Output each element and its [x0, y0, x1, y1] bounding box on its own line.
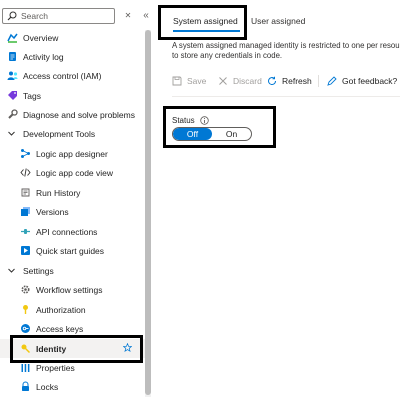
toolbar-divider [172, 96, 400, 97]
sidebar-item-label: Workflow settings [36, 284, 103, 295]
sidebar-item-label: Authorization [36, 304, 86, 315]
key-icon [20, 304, 31, 315]
refresh-label: Refresh [282, 76, 312, 86]
sidebar-item-label: Overview [23, 32, 59, 43]
sidebar-group-label: Settings [23, 265, 54, 276]
save-icon [172, 76, 182, 86]
tab-bar: System assigned User assigned [159, 0, 400, 40]
sidebar-item-authorization[interactable]: Authorization [0, 300, 145, 319]
sidebar-item-access-control[interactable]: Access control (IAM) [0, 66, 145, 85]
identity-icon [20, 343, 31, 354]
discard-icon [219, 77, 227, 85]
history-icon [20, 187, 31, 198]
activity-log-icon [7, 51, 18, 62]
search-input[interactable]: Search [21, 11, 48, 21]
feedback-label: Got feedback? [342, 76, 398, 86]
tag-icon [7, 90, 18, 101]
identity-pane: System assigned User assigned A system a… [159, 0, 400, 397]
sidebar-item-logic-app-designer[interactable]: Logic app designer [0, 144, 145, 163]
sidebar-item-label: Tags [23, 90, 41, 101]
status-label: Status [172, 116, 195, 125]
clear-search-icon[interactable]: ✕ [124, 11, 132, 21]
toolbar-separator [318, 75, 319, 87]
versions-icon [20, 206, 31, 217]
description-line-1: A system assigned managed identity is re… [172, 41, 400, 50]
discard-button[interactable]: Discard [218, 75, 262, 87]
sidebar-item-label: Diagnose and solve problems [23, 109, 135, 120]
left-nav: Search ✕ « Overview Activity log Access … [0, 0, 157, 397]
status-on-option[interactable]: On [212, 128, 251, 140]
refresh-icon [268, 76, 277, 86]
sidebar-item-label: Logic app designer [36, 148, 108, 159]
sidebar-item-label: Activity log [23, 51, 64, 62]
sidebar-item-overview[interactable]: Overview [0, 28, 145, 47]
overview-icon [7, 32, 18, 43]
collapse-nav-icon[interactable]: « [141, 10, 151, 22]
search-box[interactable]: Search [2, 8, 115, 24]
access-keys-icon [20, 323, 31, 334]
sidebar-group-label: Development Tools [23, 128, 96, 139]
iam-icon [7, 70, 18, 81]
sidebar-item-label: Versions [36, 206, 69, 217]
favorite-star-icon[interactable] [123, 343, 132, 352]
sidebar-item-label: Access control (IAM) [23, 70, 102, 81]
sidebar-item-activity-log[interactable]: Activity log [0, 47, 145, 66]
status-off-option[interactable]: Off [173, 128, 212, 140]
feedback-button[interactable]: Got feedback? [327, 75, 397, 87]
designer-icon [20, 148, 31, 159]
sidebar-item-api-connections[interactable]: API connections [0, 222, 145, 241]
sidebar-item-properties[interactable]: Properties [0, 358, 145, 377]
sidebar-item-quick-start[interactable]: Quick start guides [0, 241, 145, 260]
feedback-icon [327, 76, 337, 86]
sidebar-item-label: Run History [36, 187, 81, 198]
refresh-button[interactable]: Refresh [267, 75, 312, 87]
tab-system-assigned[interactable]: System assigned [173, 16, 238, 30]
sidebar-item-label: Logic app code view [36, 167, 114, 178]
sidebar-item-workflow-settings[interactable]: Workflow settings [0, 280, 145, 299]
quickstart-icon [20, 245, 31, 256]
status-field: Status [172, 116, 209, 125]
sidebar-item-label: Locks [36, 381, 59, 392]
sidebar-item-locks[interactable]: Locks [0, 377, 145, 396]
search-icon [7, 11, 17, 21]
tab-user-assigned[interactable]: User assigned [251, 16, 305, 30]
sidebar-item-identity[interactable]: Identity [0, 339, 145, 358]
sidebar-item-tags[interactable]: Tags [0, 86, 145, 105]
sidebar-item-label: API connections [36, 226, 98, 237]
code-icon [20, 167, 31, 178]
active-tab-indicator [173, 30, 240, 32]
command-bar: Save Discard Refresh Got feedback? [159, 72, 400, 90]
save-button[interactable]: Save [172, 75, 206, 87]
save-label: Save [187, 76, 207, 86]
chevron-down-icon [7, 129, 16, 138]
chevron-down-icon [7, 266, 16, 275]
status-toggle[interactable]: Off On [172, 127, 252, 141]
sidebar-item-versions[interactable]: Versions [0, 202, 145, 221]
wrench-icon [7, 109, 18, 120]
lock-icon [20, 381, 31, 392]
properties-icon [20, 362, 31, 373]
sidebar-item-label: Properties [36, 362, 75, 373]
sidebar-item-access-keys[interactable]: Access keys [0, 319, 145, 338]
description-text: A system assigned managed identity is re… [172, 41, 400, 61]
api-icon [20, 226, 31, 237]
sidebar-item-diagnose[interactable]: Diagnose and solve problems [0, 105, 145, 124]
sidebar-item-label: Access keys [36, 323, 84, 334]
gear-icon [20, 284, 31, 295]
sidebar-group-development-tools[interactable]: Development Tools [0, 124, 145, 143]
sidebar-item-label: Quick start guides [36, 245, 105, 256]
sidebar-item-code-view[interactable]: Logic app code view [0, 163, 145, 182]
info-icon[interactable] [199, 116, 209, 125]
sidebar-item-label: Identity [36, 343, 67, 354]
sidebar-item-run-history[interactable]: Run History [0, 183, 145, 202]
description-line-2: to store any credentials in code. [172, 51, 283, 60]
nav-scrollbar-thumb[interactable] [145, 30, 151, 395]
discard-label: Discard [233, 76, 262, 86]
sidebar-group-settings[interactable]: Settings [0, 261, 145, 280]
